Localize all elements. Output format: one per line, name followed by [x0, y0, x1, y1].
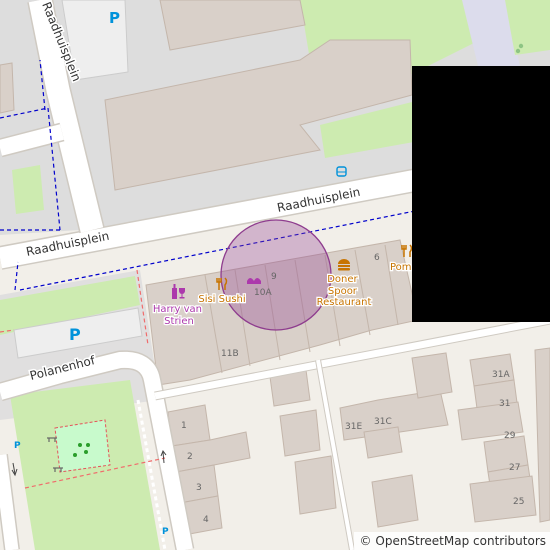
house-number: 25 [513, 497, 524, 507]
house [279, 409, 321, 457]
building-left-strip [0, 62, 15, 114]
grass-small-left [12, 165, 44, 214]
house [294, 455, 337, 515]
house-number: 9 [271, 272, 277, 282]
black-overlay [412, 66, 550, 322]
house-number: 11B [221, 349, 239, 359]
poi-label-sisi-sushi[interactable]: Sisi Sushi [197, 293, 247, 307]
house-number: 31A [492, 370, 510, 380]
parking-label-small: P [162, 527, 169, 537]
house-number: 10A [254, 288, 272, 298]
house [411, 352, 453, 399]
parking-label-left: P [69, 325, 81, 344]
map-attribution: © OpenStreetMap contributors [353, 532, 550, 550]
parking-label-small: P [14, 441, 21, 451]
house-number: 31E [345, 422, 362, 432]
house [363, 426, 403, 459]
house-number: 4 [203, 515, 209, 525]
house-number: 31C [374, 417, 392, 427]
house [371, 474, 419, 528]
house-number: 6 [374, 253, 380, 263]
house-number: 1 [181, 421, 187, 431]
house-number: 2 [187, 452, 193, 462]
restaurant-icon[interactable] [401, 244, 413, 257]
playground [54, 419, 111, 473]
house [167, 404, 211, 447]
house [469, 475, 537, 523]
copyright-symbol: © [359, 534, 372, 548]
house-number: 27 [509, 463, 520, 473]
house-number: 29 [504, 431, 516, 441]
poi-label-pom[interactable]: Pom [389, 261, 413, 275]
house [534, 347, 550, 523]
house-number: 3 [196, 483, 202, 493]
osm-contributors-link[interactable]: OpenStreetMap contributors [375, 534, 546, 548]
house-number: 31 [499, 399, 510, 409]
parking-label-top: P [109, 9, 120, 27]
